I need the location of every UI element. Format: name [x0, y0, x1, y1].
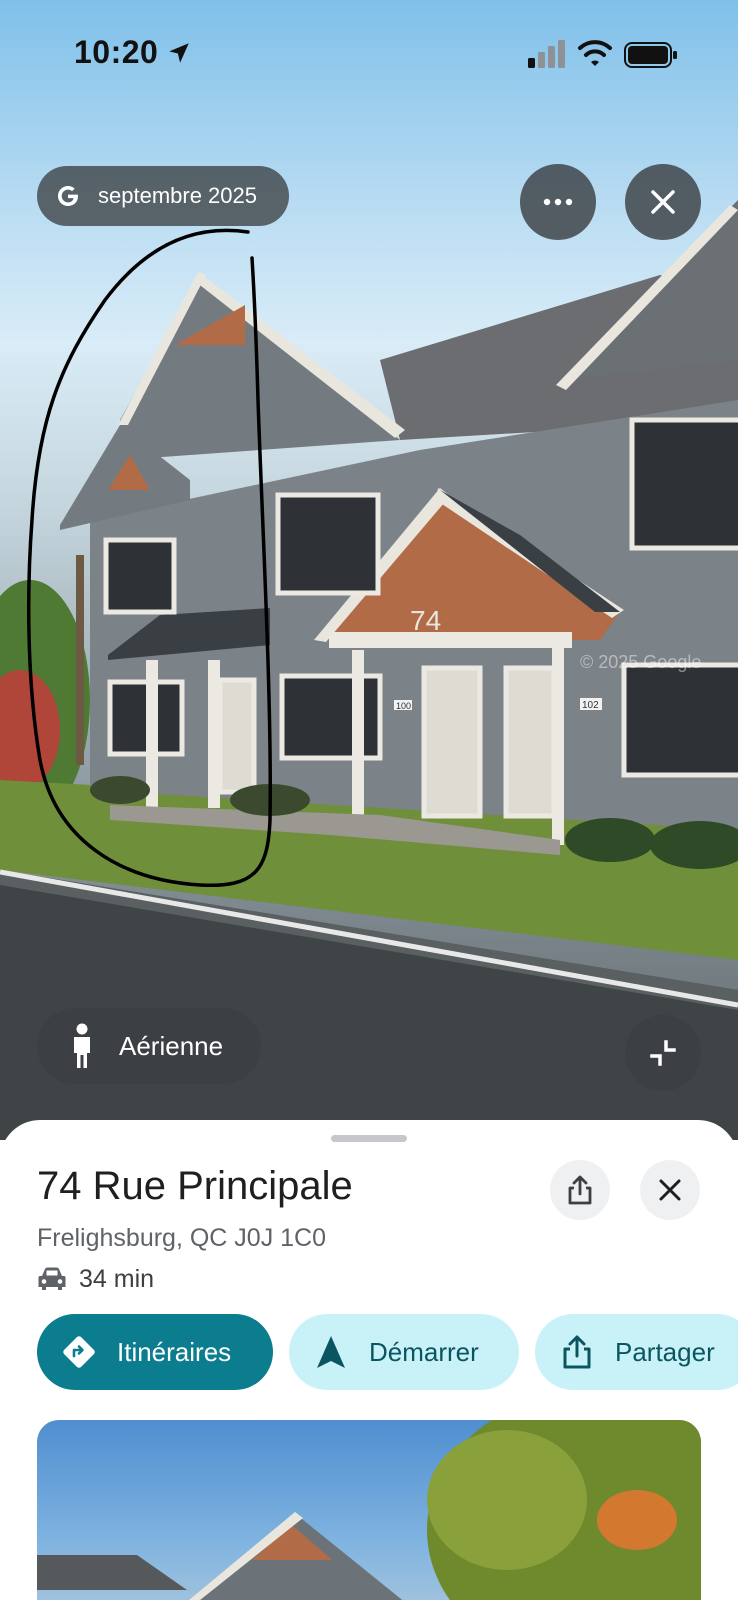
car-icon: [38, 1267, 66, 1290]
close-sheet-button[interactable]: [640, 1160, 700, 1220]
collapse-view-button[interactable]: [625, 1015, 701, 1091]
aerial-view-button[interactable]: Aérienne: [37, 1008, 261, 1084]
directions-button[interactable]: Itinéraires: [37, 1314, 273, 1390]
pegman-icon: [74, 1023, 90, 1068]
cellular-signal-icon: [528, 40, 565, 68]
place-title: 74 Rue Principale: [37, 1164, 353, 1208]
google-g-icon: [58, 186, 78, 206]
more-options-button[interactable]: [520, 164, 596, 240]
close-icon: [651, 190, 675, 214]
capture-date-chip[interactable]: septembre 2025: [37, 166, 289, 226]
share-label: Partager: [615, 1336, 715, 1367]
place-photo-thumbnail[interactable]: [37, 1420, 701, 1600]
collapse-icon: [650, 1040, 676, 1066]
share-button[interactable]: Partager: [535, 1314, 738, 1390]
more-horizontal-icon: [543, 198, 573, 206]
place-details-sheet: 74 Rue Principale Frelighsburg, QC J0J 1…: [0, 1120, 738, 1600]
close-icon: [659, 1179, 681, 1201]
battery-icon: [624, 42, 677, 68]
travel-time-row: 34 min: [37, 1262, 154, 1296]
house-number: 74: [410, 605, 441, 636]
directions-icon: [63, 1336, 95, 1368]
start-label: Démarrer: [369, 1336, 479, 1367]
aerial-label: Aérienne: [119, 1030, 224, 1061]
place-photo-image: [37, 1420, 701, 1600]
share-icon: [568, 1175, 592, 1205]
street-view-panorama[interactable]: 74 100 102 © 2025 Google 10:20 septembre…: [0, 0, 738, 1140]
wifi-icon: [578, 40, 612, 66]
status-time: 10:20: [74, 34, 159, 70]
location-arrow-icon: [169, 43, 189, 63]
travel-time: 34 min: [79, 1264, 155, 1293]
sheet-drag-handle[interactable]: [331, 1135, 407, 1142]
share-place-button[interactable]: [550, 1160, 610, 1220]
status-bar: 10:20: [0, 0, 738, 110]
directions-label: Itinéraires: [117, 1336, 232, 1367]
door-number: 102: [582, 700, 599, 711]
action-buttons-row: Itinéraires Démarrer Partager: [37, 1314, 738, 1390]
google-watermark: © 2025 Google: [580, 652, 701, 672]
start-navigation-button[interactable]: Démarrer: [289, 1314, 519, 1390]
door-number: 100: [396, 701, 411, 711]
capture-date-label: septembre 2025: [98, 183, 257, 208]
share-icon: [563, 1335, 591, 1369]
close-street-view-button[interactable]: [625, 164, 701, 240]
navigation-arrow-icon: [317, 1336, 345, 1368]
place-address: Frelighsburg, QC J0J 1C0: [37, 1224, 327, 1252]
